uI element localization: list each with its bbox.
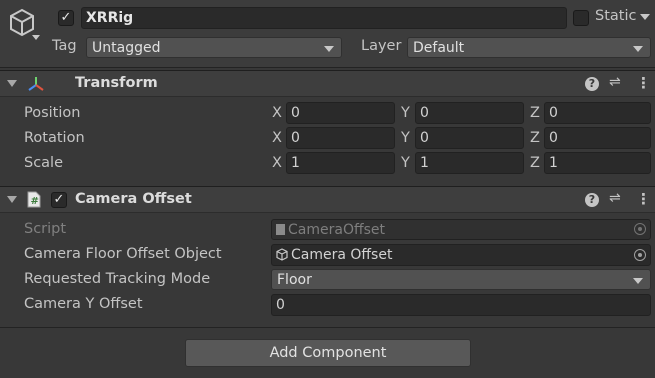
- script-field: CameraOffset: [271, 219, 651, 240]
- axis-label: X: [272, 130, 282, 146]
- scale-z-field[interactable]: 1: [544, 152, 651, 174]
- object-picker-icon[interactable]: [634, 249, 646, 261]
- tag-value: Untagged: [92, 40, 161, 56]
- static-checkbox[interactable]: [573, 10, 589, 26]
- scale-y-field[interactable]: 1: [415, 152, 524, 174]
- presets-icon[interactable]: ⇌: [609, 190, 621, 206]
- script-value: CameraOffset: [288, 222, 386, 238]
- camera-offset-header[interactable]: # ✓ Camera Offset ? ⇌ ⋮: [0, 186, 655, 213]
- transform-title: Transform: [75, 75, 158, 91]
- tracking-mode-value: Floor: [277, 272, 312, 288]
- chevron-down-icon: [633, 46, 643, 52]
- chevron-down-icon: [324, 46, 334, 52]
- floor-offset-field[interactable]: Camera Offset: [271, 244, 651, 266]
- rotation-z-field[interactable]: 0: [544, 127, 651, 149]
- gameobject-header: ✓ XRRig Static Tag Untagged Layer Defaul…: [0, 0, 655, 68]
- axis-label: X: [272, 155, 282, 171]
- position-label: Position: [24, 105, 81, 121]
- static-label: Static: [595, 8, 637, 24]
- axis-label: X: [272, 105, 282, 121]
- axis-label: Y: [401, 130, 410, 146]
- axis-label: Z: [530, 155, 540, 171]
- y-offset-label: Camera Y Offset: [24, 296, 143, 312]
- axis-label: Z: [530, 105, 540, 121]
- script-file-icon: #: [27, 191, 41, 212]
- rotation-y-field[interactable]: 0: [415, 127, 524, 149]
- script-file-icon: [276, 224, 285, 235]
- chevron-down-icon: [633, 278, 643, 284]
- transform-body: Position X 0 Y 0 Z 0 Rotation X 0 Y 0 Z …: [0, 97, 655, 183]
- foldout-arrow-icon[interactable]: [7, 80, 17, 87]
- layer-label: Layer: [361, 38, 402, 54]
- scale-x-field[interactable]: 1: [286, 152, 395, 174]
- kebab-menu-icon[interactable]: ⋮: [636, 190, 651, 208]
- divider: [0, 327, 655, 328]
- icon-dropdown-caret[interactable]: [32, 35, 40, 40]
- camera-offset-body: Script CameraOffset Camera Floor Offset …: [0, 213, 655, 325]
- rotation-label: Rotation: [24, 130, 85, 146]
- presets-icon[interactable]: ⇌: [609, 74, 621, 90]
- active-checkbox[interactable]: ✓: [58, 10, 74, 26]
- rotation-x-field[interactable]: 0: [286, 127, 395, 149]
- floor-offset-value: Camera Offset: [291, 247, 393, 263]
- position-z-field[interactable]: 0: [544, 102, 651, 124]
- y-offset-field[interactable]: 0: [271, 294, 651, 316]
- cube-icon: [276, 247, 288, 265]
- foldout-arrow-icon[interactable]: [7, 196, 17, 203]
- kebab-menu-icon[interactable]: ⋮: [636, 74, 651, 92]
- help-icon[interactable]: ?: [585, 193, 599, 207]
- layer-dropdown[interactable]: Default: [407, 37, 651, 58]
- scale-label: Scale: [24, 155, 64, 171]
- position-x-field[interactable]: 0: [286, 102, 395, 124]
- transform-axes-icon: [27, 75, 45, 97]
- tag-dropdown[interactable]: Untagged: [86, 37, 342, 58]
- transform-header[interactable]: Transform ? ⇌ ⋮: [0, 70, 655, 97]
- script-label: Script: [24, 221, 67, 237]
- position-y-field[interactable]: 0: [415, 102, 524, 124]
- object-picker-icon: [634, 223, 646, 235]
- svg-text:#: #: [31, 196, 39, 207]
- axis-label: Y: [401, 105, 410, 121]
- camera-offset-title: Camera Offset: [75, 191, 192, 207]
- camera-offset-enabled-checkbox[interactable]: ✓: [51, 192, 67, 208]
- object-name-field[interactable]: XRRig: [81, 7, 567, 29]
- tracking-mode-dropdown[interactable]: Floor: [271, 269, 651, 290]
- add-component-button[interactable]: Add Component: [185, 339, 471, 367]
- tag-label: Tag: [52, 38, 77, 54]
- layer-value: Default: [413, 40, 465, 56]
- axis-label: Z: [530, 130, 540, 146]
- help-icon[interactable]: ?: [585, 77, 599, 91]
- floor-offset-label: Camera Floor Offset Object: [24, 246, 222, 262]
- static-dropdown-caret[interactable]: [640, 14, 650, 20]
- axis-label: Y: [401, 155, 410, 171]
- tracking-mode-label: Requested Tracking Mode: [24, 271, 211, 287]
